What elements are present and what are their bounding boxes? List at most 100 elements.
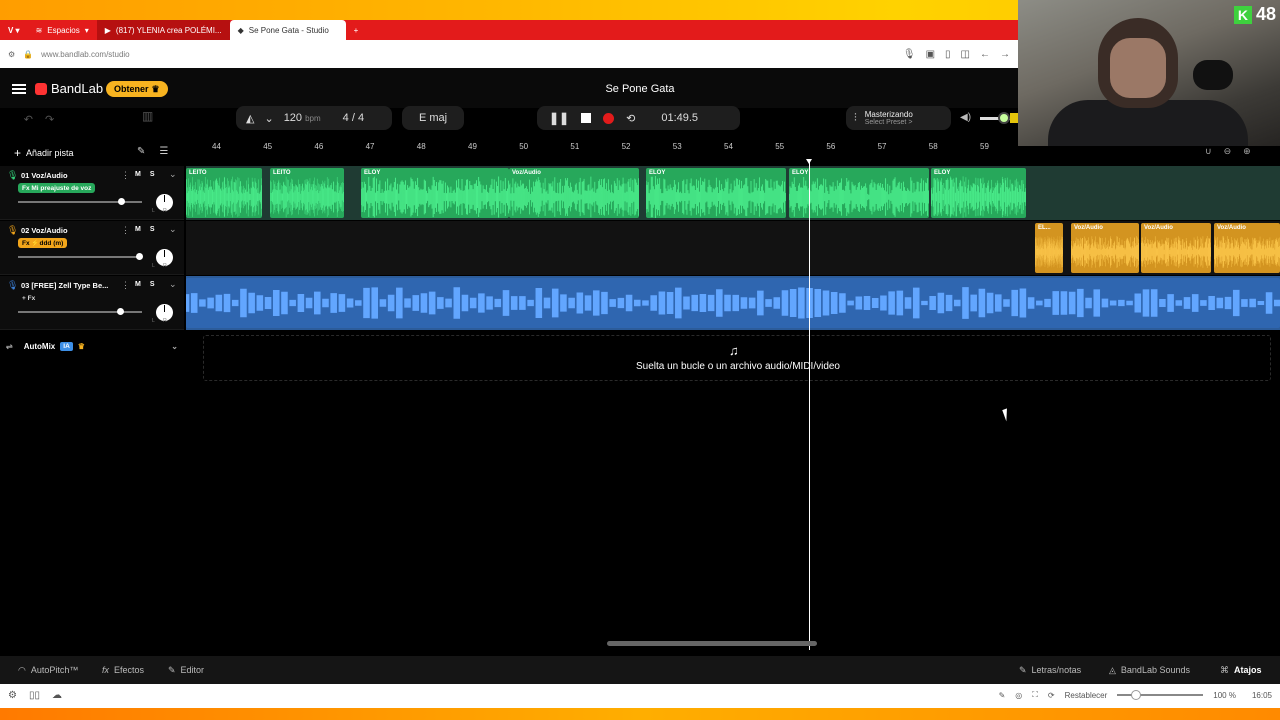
playhead-marker[interactable] [806, 159, 812, 164]
settings-icon[interactable]: ☰ [159, 146, 168, 157]
song-title[interactable]: Se Pone Gata [540, 83, 740, 95]
audio-clip[interactable]: Voz/Audio [1214, 223, 1280, 273]
chevron-down-icon[interactable]: ⌄ [171, 342, 178, 351]
audio-clip[interactable]: ELOY [789, 168, 929, 218]
bandlab-logo[interactable]: BandLab [35, 81, 103, 96]
horizontal-scrollbar[interactable] [607, 641, 817, 646]
hamburger-menu-icon[interactable] [12, 84, 26, 94]
track-name[interactable]: 03 [FREE] Zell Type Be... [21, 281, 117, 290]
audio-clip[interactable]: Voz/Audio [1071, 223, 1139, 273]
add-fx-button[interactable]: + Fx [18, 293, 39, 303]
tab-youtube[interactable]: ▶ (817) YLENIA crea POLÉMI... [96, 20, 230, 40]
new-tab-button[interactable]: + [346, 20, 367, 40]
mic-icon[interactable]: 🎙 [903, 49, 916, 60]
reload-icon[interactable]: ⟳ [1048, 691, 1055, 700]
pencil-icon[interactable]: ✎ [137, 146, 145, 157]
settings-icon[interactable]: ⚙ [8, 690, 17, 701]
audio-clip[interactable]: EL... [1035, 223, 1063, 273]
solo-button[interactable]: S [150, 171, 155, 178]
timeline-ruler[interactable]: 44 45 46 47 48 49 50 51 52 53 54 55 56 57 58 59 [186, 139, 1280, 155]
playhead[interactable] [809, 160, 810, 650]
solo-button[interactable]: S [150, 281, 155, 288]
audio-clip[interactable]: ELOY [646, 168, 786, 218]
audio-clip[interactable]: LEITO [186, 168, 262, 218]
bandlab-sounds-button[interactable]: ◬ BandLab Sounds [1109, 656, 1190, 684]
fx-preset-badge[interactable]: Fx ⚡ddd (m) [18, 238, 68, 248]
editor-button[interactable]: ✎ Editor [168, 656, 204, 684]
automix-row[interactable]: ⇌ AutoMix IA ♛ ⌄ [0, 337, 184, 355]
drop-zone[interactable] [203, 335, 1271, 381]
track-volume-slider[interactable] [18, 198, 142, 205]
magnet-icon[interactable]: ∪ [1205, 146, 1212, 157]
fx-preset-badge[interactable]: Fx Mi preajuste de voz [18, 183, 96, 193]
reset-zoom-button[interactable]: Restablecer [1065, 691, 1108, 700]
forward-button[interactable]: → [1000, 49, 1010, 60]
speaker-icon[interactable]: ◀) [960, 112, 971, 123]
track-name[interactable]: 01 Voz/Audio [21, 171, 117, 180]
extension-icon[interactable]: ▣ [926, 49, 935, 60]
chevron-down-icon[interactable]: ⌄ [264, 112, 273, 125]
audio-clip[interactable]: ELOY [361, 168, 509, 218]
beat-clip[interactable] [186, 278, 1280, 328]
chevron-down-icon[interactable]: ⌄ [169, 279, 177, 290]
track-lane-1[interactable]: LEITO LEITO ELOY Voz/Audio ELOY ELOY ELOY [186, 166, 1280, 220]
redo-icon[interactable]: ↷ [45, 113, 54, 126]
more-icon[interactable]: ⋮ [121, 225, 130, 236]
lyrics-button[interactable]: ✎ Letras/notas [1019, 656, 1081, 684]
add-track-button[interactable]: + Añadir pista [14, 146, 74, 160]
more-icon[interactable]: ⋮ [121, 170, 130, 181]
browser-menu-button[interactable]: V ▾ [0, 20, 28, 40]
camera-icon[interactable]: ◎ [1015, 691, 1022, 700]
tab-studio[interactable]: ◆ Se Pone Gata - Studio [229, 20, 346, 40]
track-volume-slider[interactable] [18, 308, 142, 315]
mute-button[interactable]: M [135, 281, 141, 288]
get-membership-button[interactable]: Obtener ♛ [106, 81, 168, 97]
mute-button[interactable]: M [135, 226, 141, 233]
volume-thumb[interactable] [136, 253, 143, 260]
audio-clip[interactable]: LEITO [270, 168, 344, 218]
volume-thumb[interactable] [118, 198, 125, 205]
tempo-value[interactable]: 120 bpm [284, 112, 321, 124]
url-field[interactable]: www.bandlab.com/studio [41, 50, 130, 59]
track-lane-2[interactable]: EL... Voz/Audio Voz/Audio Voz/Audio [186, 221, 1280, 275]
edit-icon[interactable]: ✎ [999, 691, 1006, 700]
track-name[interactable]: 02 Voz/Audio [21, 226, 117, 235]
audio-clip[interactable]: Voz/Audio [509, 168, 639, 218]
track-header-2[interactable]: 🎙 02 Voz/Audio ⋮ MS ⌄ Fx ⚡ddd (m) L R [0, 221, 184, 275]
tab-espacios[interactable]: ≋ Espacios ▾ [28, 20, 97, 40]
site-info-icon[interactable]: ⚙ [8, 50, 15, 59]
mixer-icon[interactable]: ▥ [142, 109, 160, 129]
autopitch-button[interactable]: ◠ AutoPitch™ [18, 656, 78, 684]
loop-icon[interactable]: ⟲ [626, 112, 635, 125]
effects-button[interactable]: fx Efectos [102, 656, 144, 684]
fullscreen-icon[interactable]: ⛶ [1032, 690, 1038, 700]
bookmark-icon[interactable]: ▯ [945, 49, 951, 60]
sidebar-icon[interactable]: ◫ [961, 49, 970, 60]
time-signature[interactable]: 4 / 4 [343, 112, 364, 124]
track-lane-3[interactable] [186, 276, 1280, 330]
track-header-3[interactable]: 🎙 03 [FREE] Zell Type Be... ⋮ MS ⌄ + Fx … [0, 276, 184, 330]
zoom-thumb[interactable] [1131, 690, 1142, 700]
back-button[interactable]: ← [980, 49, 990, 60]
zoom-in-icon[interactable]: ⊕ [1243, 146, 1251, 157]
zoom-slider[interactable] [1117, 690, 1204, 700]
more-icon[interactable]: ⋮ [121, 280, 130, 291]
chevron-down-icon[interactable]: ⌄ [169, 169, 177, 180]
audio-clip[interactable]: ELOY [931, 168, 1026, 218]
solo-button[interactable]: S [150, 226, 155, 233]
chevron-down-icon[interactable]: ⌄ [169, 224, 177, 235]
split-view-icon[interactable]: ▯▯ [29, 690, 40, 701]
track-volume-slider[interactable] [18, 253, 143, 260]
volume-thumb[interactable] [117, 308, 124, 315]
zoom-out-icon[interactable]: ⊖ [1224, 146, 1232, 157]
metronome-icon[interactable]: ◭ [246, 112, 254, 125]
master-volume-thumb[interactable] [998, 112, 1010, 124]
key-selector[interactable]: E maj [402, 106, 464, 130]
stop-icon[interactable] [581, 113, 592, 123]
record-icon[interactable] [603, 112, 615, 124]
shortcuts-button[interactable]: ⌘ Atajos [1220, 656, 1262, 684]
mastering-button[interactable]: ⫶ Masterizando Select Preset > [846, 106, 951, 130]
audio-clip[interactable]: Voz/Audio [1141, 223, 1211, 273]
track-header-1[interactable]: 🎙 01 Voz/Audio ⋮ MS ⌄ Fx Mi preajuste de… [0, 166, 184, 220]
mute-button[interactable]: M [135, 171, 141, 178]
